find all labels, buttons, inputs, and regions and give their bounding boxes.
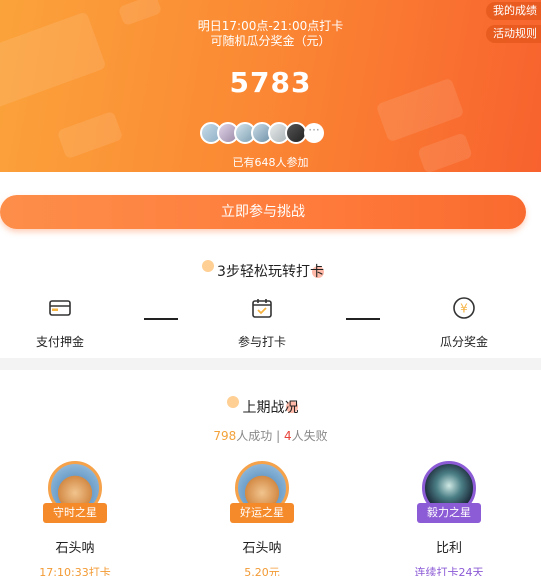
my-results-button[interactable]: 我的成绩: [486, 2, 541, 20]
page: 明日17:00点-21:00点打卡 可随机瓜分奖金（元） 5783 ··· 已有…: [0, 0, 541, 576]
winner-punctual-star[interactable]: 守时之星 石头呐 17:10:33打卡: [15, 461, 135, 576]
step-label: 支付押金: [35, 335, 84, 349]
winner-name: 石头呐: [55, 541, 95, 556]
card-icon: [49, 300, 71, 316]
winner-persistence-star[interactable]: 毅力之星 比利 连续打卡24天: [389, 461, 509, 576]
winner-name: 比利: [435, 541, 462, 556]
fail-label: 人失败: [291, 429, 328, 443]
last-period-title: 上期战况: [242, 400, 299, 416]
winner-lucky-star[interactable]: 好运之星 石头呐 5.20元: [202, 461, 322, 576]
ellipsis-icon[interactable]: ···: [304, 123, 324, 143]
step-pay-deposit: 支付押金: [10, 296, 110, 350]
step-share-prize: ¥ 瓜分奖金: [414, 296, 514, 350]
step-divider: [346, 318, 380, 320]
step-check-in: 参与打卡: [212, 296, 312, 350]
last-period-title-wrap: 上期战况: [0, 396, 541, 417]
steps-title: 3步轻松玩转打卡: [217, 264, 324, 280]
badge-lucky: 好运之星: [230, 503, 294, 523]
badge-punctual: 守时之星: [43, 503, 107, 523]
success-count: 798: [213, 429, 237, 443]
joined-count: 已有648人参加: [232, 156, 309, 169]
step-label: 参与打卡: [237, 335, 286, 349]
fail-count: 4: [283, 429, 292, 443]
schedule-text: 明日17:00点-21:00点打卡: [197, 19, 344, 33]
join-challenge-button[interactable]: 立即参与挑战: [0, 195, 526, 229]
prize-banner: 明日17:00点-21:00点打卡 可随机瓜分奖金（元） 5783 ··· 已有…: [0, 0, 541, 172]
badge-persistence: 毅力之星: [417, 503, 481, 523]
svg-text:¥: ¥: [460, 302, 468, 316]
step-divider: [144, 318, 178, 320]
prize-amount: 5783: [229, 66, 312, 99]
prize-caption: 可随机瓜分奖金（元）: [210, 34, 331, 48]
decor-dot: [227, 396, 239, 408]
participant-avatars[interactable]: ···: [200, 122, 324, 144]
section-divider: [0, 358, 541, 370]
step-label: 瓜分奖金: [439, 335, 488, 349]
winner-detail: 5.20元: [244, 566, 280, 576]
calendar-check-icon: [252, 299, 272, 318]
winner-name: 石头呐: [242, 541, 282, 556]
decor-dot: [202, 260, 214, 272]
rules-button[interactable]: 活动规则: [486, 25, 541, 43]
last-period-stats: 798人成功 | 4人失败: [0, 427, 541, 444]
yen-coin-icon: ¥: [453, 297, 475, 319]
winner-detail: 17:10:33打卡: [39, 566, 111, 576]
success-label: 人成功 |: [236, 429, 284, 443]
winner-detail: 连续打卡24天: [414, 566, 484, 576]
steps-title-wrap: 3步轻松玩转打卡: [0, 260, 541, 281]
